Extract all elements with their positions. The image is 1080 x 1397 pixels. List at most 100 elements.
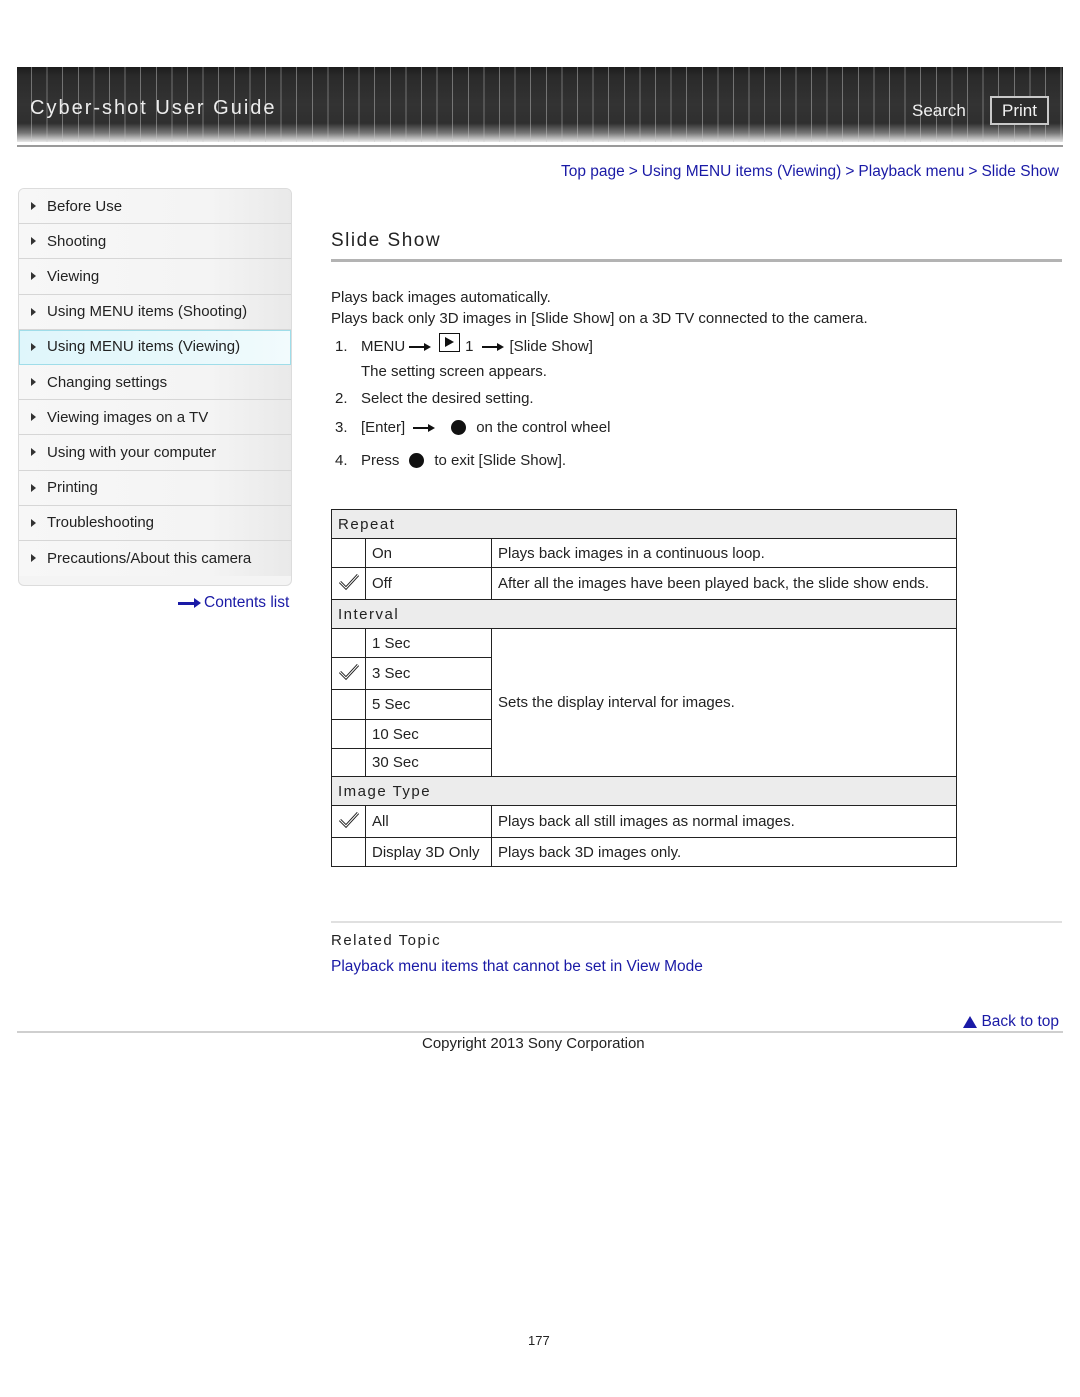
breadcrumb-separator: >: [968, 163, 978, 180]
option-name: 5 Sec: [365, 689, 492, 720]
title-divider: [331, 259, 1062, 262]
triangle-right-icon: [31, 342, 36, 351]
option-desc: Sets the display interval for images.: [491, 628, 957, 777]
settings-table: Repeat On Plays back images in a continu…: [331, 509, 957, 867]
arrow-right-icon: [409, 342, 433, 351]
table-row: Display 3D Only Plays back 3D images onl…: [331, 837, 957, 867]
breadcrumb-separator: >: [845, 163, 855, 180]
option-name: 1 Sec: [365, 628, 492, 658]
sidebar-item-label: Precautions/About this camera: [47, 549, 252, 567]
contents-list-label: Contents list: [204, 594, 290, 611]
search-link[interactable]: Search: [912, 101, 966, 121]
selection-cell: [331, 567, 366, 600]
back-to-top-link[interactable]: Back to top: [963, 1013, 1059, 1031]
sidebar-item-viewing-on-tv[interactable]: Viewing images on a TV: [19, 400, 291, 436]
breadcrumb-playback-menu[interactable]: Playback menu: [858, 163, 964, 180]
triangle-right-icon: [31, 483, 36, 492]
sidebar-item-label: Viewing images on a TV: [47, 408, 209, 426]
triangle-right-icon: [31, 307, 36, 316]
triangle-right-icon: [31, 554, 36, 563]
option-name: On: [365, 538, 492, 568]
step-1: 1. MENU 1 [Slide Show]: [335, 333, 593, 356]
sidebar-item-menu-viewing[interactable]: Using MENU items (Viewing): [19, 329, 291, 365]
triangle-up-icon: [963, 1016, 978, 1028]
sidebar-item-troubleshooting[interactable]: Troubleshooting: [19, 505, 291, 541]
sidebar-item-label: Using MENU items (Viewing): [47, 338, 241, 356]
sidebar-item-before-use[interactable]: Before Use: [19, 189, 291, 225]
triangle-right-icon: [31, 237, 36, 246]
sidebar-item-label: Shooting: [47, 232, 107, 250]
tab-number: 1: [465, 338, 474, 355]
playback-tab-icon: [439, 333, 461, 352]
selection-cell: [331, 837, 366, 867]
sidebar-item-viewing[interactable]: Viewing: [19, 259, 291, 295]
selection-cell: [331, 748, 366, 777]
table-row: Off After all the images have been playe…: [331, 567, 957, 600]
step-text-post: on the control wheel: [476, 419, 611, 436]
option-name: 10 Sec: [365, 719, 492, 749]
header-banner: Cyber-shot User Guide Search Print: [17, 67, 1063, 142]
selection-cell: [331, 657, 366, 690]
sidebar-item-menu-shooting[interactable]: Using MENU items (Shooting): [19, 294, 291, 330]
option-name: 3 Sec: [365, 657, 492, 690]
page-number: 177: [528, 1333, 550, 1348]
option-name: Display 3D Only: [365, 837, 492, 867]
sidebar-item-printing[interactable]: Printing: [19, 470, 291, 506]
related-topic-link[interactable]: Playback menu items that cannot be set i…: [331, 958, 703, 976]
step-number: 2.: [335, 390, 348, 407]
step-text-pre: Press: [361, 452, 400, 469]
sidebar-item-precautions[interactable]: Precautions/About this camera: [19, 540, 291, 577]
option-name: Off: [365, 567, 492, 600]
contents-list-link[interactable]: Contents list: [178, 594, 289, 612]
table-row: On Plays back images in a continuous loo…: [331, 538, 957, 568]
group-header-repeat: Repeat: [331, 509, 957, 539]
step-target: [Slide Show]: [509, 338, 593, 355]
arrow-right-icon: [178, 598, 202, 608]
print-button[interactable]: Print: [990, 96, 1049, 125]
triangle-right-icon: [31, 202, 36, 211]
triangle-right-icon: [31, 518, 36, 527]
breadcrumb-using-menu-viewing[interactable]: Using MENU items (Viewing): [642, 163, 842, 180]
control-wheel-center-icon: [409, 453, 425, 468]
breadcrumb-slide-show[interactable]: Slide Show: [981, 163, 1059, 180]
selection-cell: [331, 628, 366, 658]
step-3: 3. [Enter] on the control wheel: [335, 419, 610, 436]
step-4: 4. Press to exit [Slide Show].: [335, 452, 566, 469]
menu-label: MENU: [361, 338, 406, 355]
sidebar-nav: Before Use Shooting Viewing Using MENU i…: [18, 188, 292, 586]
check-icon: [338, 663, 359, 680]
selection-cell: [331, 719, 366, 749]
step-text-pre: [Enter]: [361, 419, 406, 436]
sidebar-item-label: Changing settings: [47, 373, 168, 391]
sidebar-item-label: Using with your computer: [47, 443, 217, 461]
selection-cell: [331, 689, 366, 720]
triangle-right-icon: [31, 272, 36, 281]
header-divider: [17, 145, 1063, 147]
step-number: 3.: [335, 419, 348, 436]
step-number: 1.: [335, 338, 348, 355]
sidebar-item-changing-settings[interactable]: Changing settings: [19, 364, 291, 401]
page-title: Slide Show: [331, 230, 442, 251]
copyright-text: Copyright 2013 Sony Corporation: [422, 1035, 645, 1052]
breadcrumb-top-page[interactable]: Top page: [561, 163, 625, 180]
table-row: All Plays back all still images as norma…: [331, 805, 957, 838]
intro-line: Plays back images automatically.: [331, 289, 551, 306]
selection-cell: [331, 538, 366, 568]
option-name: 30 Sec: [365, 748, 492, 777]
step-number: 4.: [335, 452, 348, 469]
sidebar-item-label: Printing: [47, 479, 98, 497]
check-icon: [338, 573, 359, 590]
step-text-post: to exit [Slide Show].: [434, 452, 567, 469]
sidebar-item-computer[interactable]: Using with your computer: [19, 435, 291, 471]
intro-text: Plays back images automatically. Plays b…: [331, 287, 868, 329]
group-header-interval: Interval: [331, 599, 957, 629]
related-divider: [331, 921, 1062, 923]
triangle-right-icon: [31, 413, 36, 422]
breadcrumb: Top page > Using MENU items (Viewing) > Play…: [561, 163, 1059, 181]
breadcrumb-separator: >: [628, 163, 638, 180]
triangle-right-icon: [31, 448, 36, 457]
group-header-image-type: Image Type: [331, 776, 957, 806]
arrow-right-icon: [481, 342, 506, 351]
sidebar-item-shooting[interactable]: Shooting: [19, 224, 291, 260]
intro-line: Plays back only 3D images in [Slide Show…: [331, 310, 868, 327]
